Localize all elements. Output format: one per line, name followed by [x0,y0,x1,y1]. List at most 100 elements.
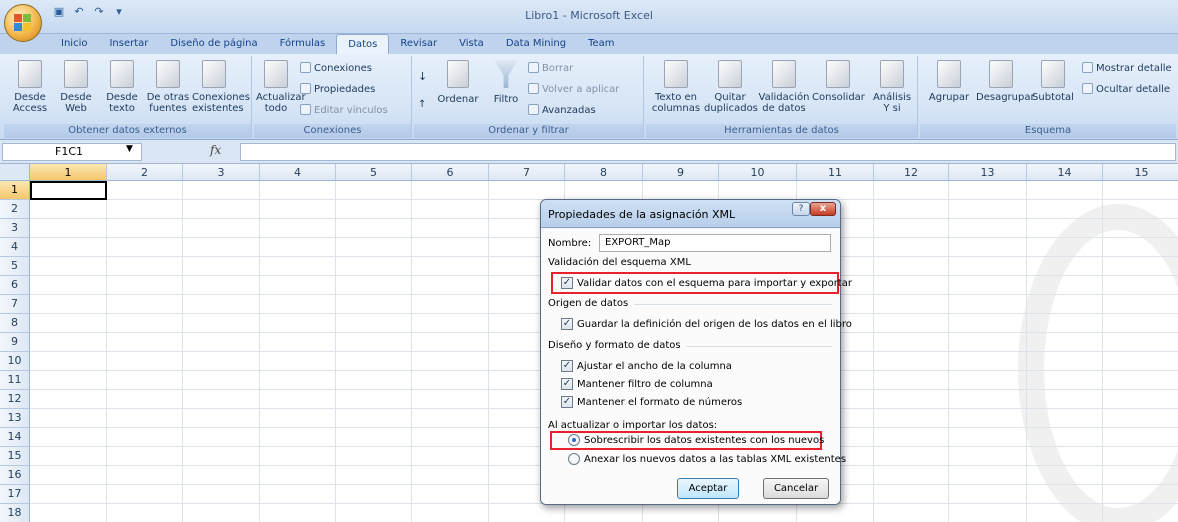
row-header[interactable]: 12 [0,390,30,409]
column-header[interactable]: 14 [1027,164,1103,181]
tab-fórmulas[interactable]: Fórmulas [269,34,337,54]
sort-az-button[interactable]: ↓ [418,70,427,83]
row-header[interactable]: 3 [0,219,30,238]
row-header[interactable]: 6 [0,276,30,295]
group-conexiones: Actualizar todo Conexiones Propiedades E… [254,56,412,138]
help-icon[interactable]: ? [792,202,810,216]
overwrite-label[interactable]: Sobrescribir los datos existentes con lo… [584,434,824,447]
select-all-corner[interactable] [0,164,30,181]
checkmark-icon: ✓ [562,378,572,389]
row-header[interactable]: 16 [0,466,30,485]
data-tool-button-3[interactable]: Validación de datos [758,60,810,114]
close-icon[interactable]: x [810,202,836,216]
row-header[interactable]: 5 [0,257,30,276]
data-tool-button-5[interactable]: Análisis Y si [866,60,918,114]
row-header[interactable]: 15 [0,447,30,466]
column-header[interactable]: 3 [183,164,260,181]
propiedades-button[interactable]: Propiedades [300,83,375,96]
column-header[interactable]: 13 [949,164,1027,181]
conexiones-button[interactable]: Conexiones [300,62,372,75]
keep-number-format-checkbox[interactable]: ✓ [561,396,573,408]
tab-vista[interactable]: Vista [448,34,495,54]
volver-aplicar-button[interactable]: Volver a aplicar [528,83,619,96]
column-header[interactable]: 11 [797,164,874,181]
data-tool-button-2[interactable]: Quitar duplicados [704,60,758,114]
adjust-width-label[interactable]: Ajustar el ancho de la columna [577,360,732,373]
row-header[interactable]: 4 [0,238,30,257]
overwrite-radio[interactable] [568,434,580,446]
column-header[interactable]: 12 [874,164,949,181]
formula-input[interactable] [240,143,1176,161]
tab-data-mining[interactable]: Data Mining [495,34,577,54]
borrar-button[interactable]: Borrar [528,62,573,75]
column-header[interactable]: 2 [107,164,183,181]
name-box[interactable]: F1C1 [2,143,142,161]
row-header[interactable]: 14 [0,428,30,447]
external-data-button-2[interactable]: Desde Web [54,60,98,114]
column-header[interactable]: 10 [719,164,797,181]
row-header[interactable]: 18 [0,504,30,522]
filtro-button[interactable]: Filtro [486,60,526,105]
avanzadas-button[interactable]: Avanzadas [528,104,596,117]
save-definition-checkbox[interactable]: ✓ [561,318,573,330]
office-button[interactable] [4,4,42,42]
external-data-button-5[interactable]: Conexiones existentes [192,60,250,114]
tab-insertar[interactable]: Insertar [98,34,159,54]
row-header[interactable]: 10 [0,352,30,371]
save-definition-label[interactable]: Guardar la definición del origen de los … [577,318,852,331]
column-header[interactable]: 1 [30,164,107,181]
external-data-button-4[interactable]: De otras fuentes [146,60,190,114]
ocultar-detalle-button[interactable]: Ocultar detalle [1082,83,1170,96]
outline-button-1[interactable]: Agrupar [924,60,974,103]
column-header[interactable]: 6 [412,164,489,181]
chevron-down-icon[interactable]: ▼ [126,144,133,154]
editar-vinculos-button[interactable]: Editar vínculos [300,104,388,117]
ok-button[interactable]: Aceptar [677,478,739,499]
ordenar-button[interactable]: Ordenar [434,60,482,105]
append-radio[interactable] [568,453,580,465]
column-header[interactable]: 5 [336,164,412,181]
validate-label[interactable]: Validar datos con el esquema para import… [577,277,852,290]
button-label: Propiedades [314,84,376,95]
row-header[interactable]: 7 [0,295,30,314]
keep-filter-label[interactable]: Mantener filtro de columna [577,378,713,391]
data-tool-button-1[interactable]: Texto en columnas [650,60,702,114]
external-data-button-1[interactable]: Desde Access [8,60,52,114]
dialog-title-bar[interactable]: Propiedades de la asignación XML ? x [541,200,840,228]
row-header[interactable]: 1 [0,181,30,200]
row-header[interactable]: 11 [0,371,30,390]
tab-datos[interactable]: Datos [336,34,390,54]
append-label[interactable]: Anexar los nuevos datos a las tablas XML… [584,453,846,466]
column-header[interactable]: 8 [565,164,643,181]
tab-inicio[interactable]: Inicio [50,34,98,54]
button-label: Volver a aplicar [542,84,620,95]
row-header[interactable]: 2 [0,200,30,219]
keep-filter-checkbox[interactable]: ✓ [561,378,573,390]
row-header[interactable]: 13 [0,409,30,428]
mostrar-detalle-button[interactable]: Mostrar detalle [1082,62,1172,75]
data-tool-button-4[interactable]: Consolidar [812,60,865,103]
actualizar-todo-button[interactable]: Actualizar todo [256,60,306,114]
tab-diseño-de-página[interactable]: Diseño de página [159,34,268,54]
cancel-button[interactable]: Cancelar [763,478,829,499]
row-header[interactable]: 9 [0,333,30,352]
map-name-input[interactable]: EXPORT_Map [599,234,831,252]
keep-number-format-label[interactable]: Mantener el formato de números [577,396,742,409]
tab-revisar[interactable]: Revisar [389,34,448,54]
active-cell[interactable] [30,181,107,200]
column-header[interactable]: 4 [260,164,336,181]
row-header[interactable]: 17 [0,485,30,504]
outline-button-2[interactable]: Desagrupar [976,60,1035,103]
sort-za-button[interactable]: ↑ [418,98,426,111]
function-icon[interactable]: fx [210,143,221,157]
column-header[interactable]: 7 [489,164,565,181]
row-header[interactable]: 8 [0,314,30,333]
column-header[interactable]: 15 [1103,164,1178,181]
outline-button-3[interactable]: Subtotal [1028,60,1078,103]
button-label: Conexiones [314,63,372,74]
external-data-button-3[interactable]: Desde texto [100,60,144,114]
tab-team[interactable]: Team [577,34,625,54]
validate-checkbox[interactable]: ✓ [561,277,573,289]
column-header[interactable]: 9 [643,164,719,181]
adjust-width-checkbox[interactable]: ✓ [561,360,573,372]
